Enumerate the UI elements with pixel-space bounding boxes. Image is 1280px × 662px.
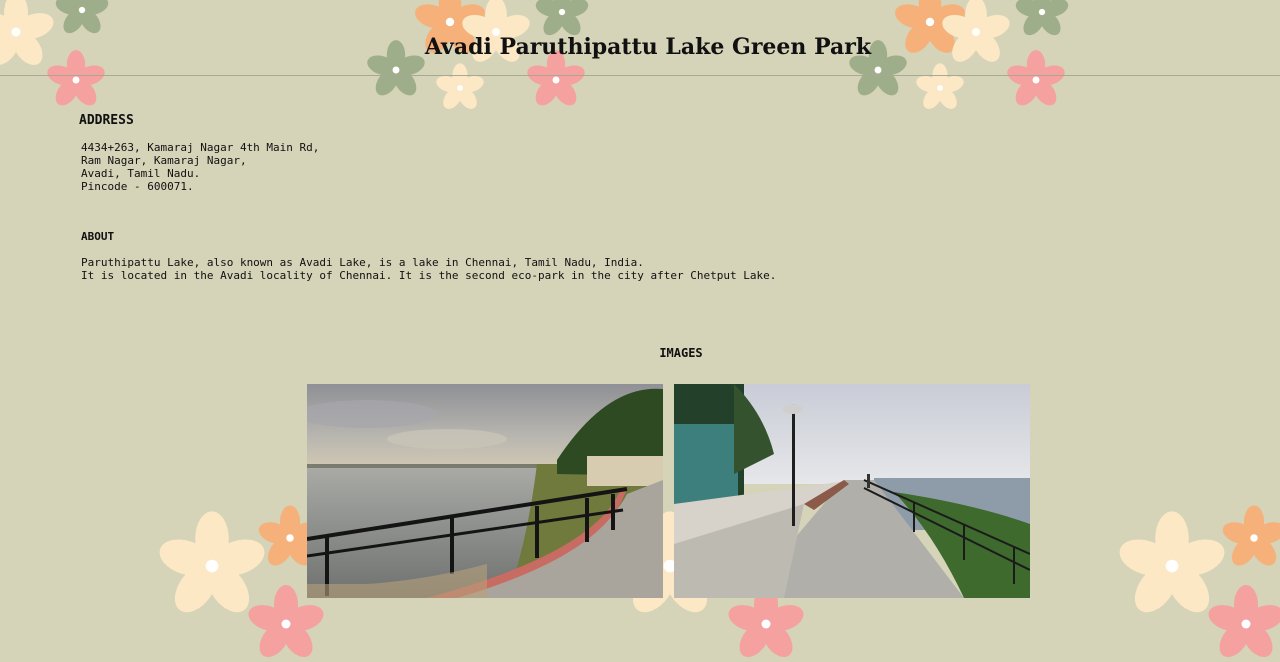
about-line: It is located in the Avadi locality of C… [81,269,777,282]
about-text: Paruthipattu Lake, also known as Avadi L… [81,256,776,282]
images-heading: IMAGES [659,346,703,360]
about-line: Paruthipattu Lake, also known as Avadi L… [81,256,644,269]
address-line: Avadi, Tamil Nadu. [81,167,201,180]
about-heading: ABOUT [81,230,115,243]
address-heading: ADDRESS [79,113,134,128]
header-divider [0,75,1280,76]
address-line: 4434+263, Kamaraj Nagar 4th Main Rd, [81,141,320,154]
corner-mark: > [4,2,11,15]
lake-railing-walkway-photo [307,384,663,598]
address-line: Ram Nagar, Kamaraj Nagar, [81,154,247,167]
lakeside-promenade-photo [674,384,1030,598]
address-line: Pincode - 600071. [81,180,194,193]
address-text: 4434+263, Kamaraj Nagar 4th Main Rd, Ram… [81,141,319,193]
page-title: Avadi Paruthipattu Lake Green Park [424,34,872,60]
